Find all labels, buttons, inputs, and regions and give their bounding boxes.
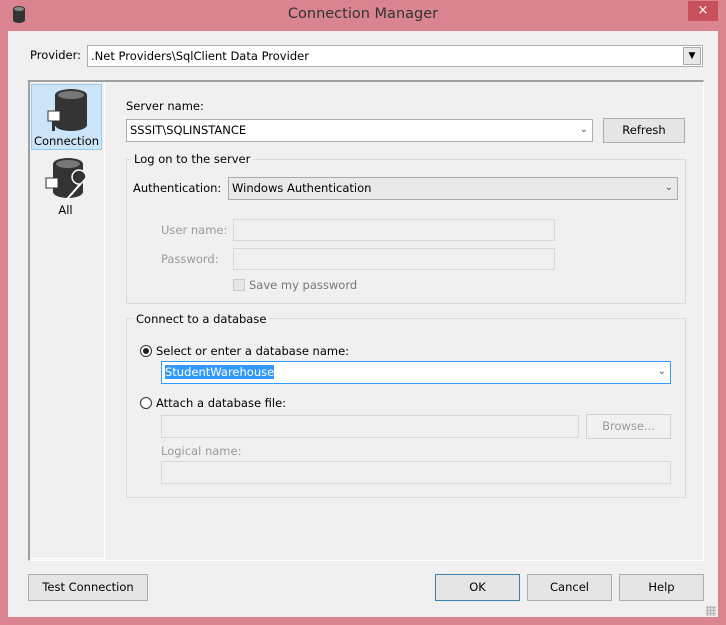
sidebar-item-all[interactable]: All — [31, 154, 102, 220]
chevron-down-icon[interactable]: ⌄ — [658, 364, 666, 380]
sidebar-item-connection[interactable]: Connection — [31, 84, 102, 150]
server-name-label: Server name: — [126, 99, 204, 113]
select-database-radio[interactable] — [140, 345, 152, 357]
sidebar-item-label: All — [58, 203, 73, 217]
database-file-input[interactable] — [161, 415, 579, 438]
browse-button[interactable]: Browse... — [586, 414, 671, 439]
logical-name-input[interactable] — [161, 461, 671, 484]
attach-file-radio[interactable] — [140, 397, 152, 409]
authentication-label: Authentication: — [133, 181, 222, 195]
sidebar: Connection All — [30, 82, 105, 559]
provider-select[interactable]: .Net Providers\SqlClient Data Provider ▼ — [87, 45, 703, 67]
provider-label: Provider: — [30, 48, 82, 62]
server-name-combobox[interactable]: SSSIT\SQLINSTANCE ⌄ — [126, 119, 593, 142]
password-label: Password: — [161, 252, 219, 266]
provider-value: .Net Providers\SqlClient Data Provider — [91, 49, 309, 63]
help-button[interactable]: Help — [619, 574, 704, 601]
database-legend: Connect to a database — [133, 312, 270, 326]
select-database-label: Select or enter a database name: — [156, 344, 350, 358]
password-input[interactable] — [233, 248, 555, 270]
database-name-value: StudentWarehouse — [165, 365, 275, 379]
save-password-checkbox[interactable] — [233, 279, 245, 291]
close-button[interactable]: × — [688, 1, 718, 21]
cancel-button[interactable]: Cancel — [527, 574, 612, 601]
attach-file-label: Attach a database file: — [156, 396, 287, 410]
authentication-select[interactable]: Windows Authentication ⌄ — [228, 177, 678, 200]
chevron-down-icon[interactable]: ⌄ — [665, 180, 673, 196]
test-connection-button[interactable]: Test Connection — [28, 574, 148, 601]
dropdown-arrow-icon[interactable]: ▼ — [683, 47, 701, 65]
authentication-value: Windows Authentication — [232, 181, 372, 195]
refresh-button[interactable]: Refresh — [603, 118, 685, 143]
logon-legend: Log on to the server — [131, 152, 254, 166]
server-name-value: SSSIT\SQLINSTANCE — [130, 123, 247, 137]
database-wrench-icon — [45, 158, 87, 201]
window-title: Connection Manager — [287, 6, 439, 22]
sidebar-item-label: Connection — [33, 134, 100, 148]
resize-grip-icon[interactable] — [706, 606, 716, 616]
user-name-label: User name: — [161, 223, 228, 237]
user-name-input[interactable] — [233, 219, 555, 241]
logical-name-label: Logical name: — [161, 444, 242, 458]
database-plug-icon — [47, 89, 87, 131]
chevron-down-icon[interactable]: ⌄ — [580, 122, 588, 138]
database-name-combobox[interactable]: StudentWarehouse ⌄ — [161, 361, 671, 384]
ok-button[interactable]: OK — [435, 574, 520, 601]
title-bar[interactable]: Connection Manager × — [0, 0, 726, 31]
save-password-label: Save my password — [249, 278, 358, 292]
